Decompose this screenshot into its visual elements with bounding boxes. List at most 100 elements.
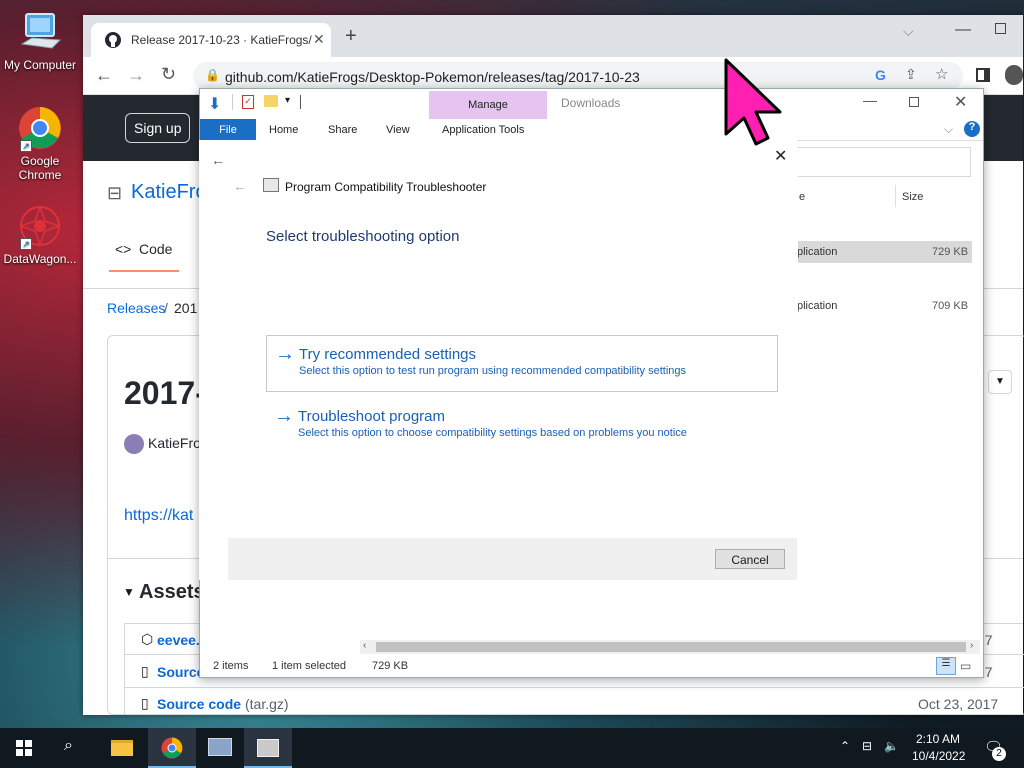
search-box[interactable] bbox=[797, 147, 971, 177]
address-bar[interactable]: 🔒 github.com/KatieFrogs/Desktop-Pokemon/… bbox=[193, 62, 963, 90]
tab-view[interactable]: View bbox=[386, 124, 410, 136]
tab-share[interactable]: Share bbox=[328, 124, 357, 136]
url-text: github.com/KatieFrogs/Desktop-Pokemon/re… bbox=[225, 69, 640, 85]
ribbon-expand-icon[interactable]: ⌵ bbox=[944, 122, 953, 137]
option-try-recommended-settings[interactable]: → Try recommended settings Select this o… bbox=[266, 335, 778, 392]
profile-icon[interactable] bbox=[1005, 65, 1023, 85]
manage-tab-header[interactable]: Manage bbox=[429, 91, 547, 119]
google-icon[interactable]: G bbox=[875, 67, 886, 83]
window-title: Downloads bbox=[561, 96, 621, 110]
triangle-down-icon[interactable]: ▼ bbox=[123, 585, 135, 599]
tab-application-tools[interactable]: Application Tools bbox=[442, 124, 524, 136]
volume-icon[interactable]: 🔈 bbox=[884, 739, 899, 753]
taskbar-troubleshooter[interactable] bbox=[244, 728, 292, 768]
horizontal-scrollbar[interactable]: ‹ › bbox=[360, 640, 980, 654]
scroll-right-icon[interactable]: › bbox=[970, 640, 973, 651]
asset-date: Oct 23, 2017 bbox=[918, 696, 999, 712]
close-button[interactable]: ✕ bbox=[954, 92, 967, 112]
release-link[interactable]: https://kat bbox=[124, 507, 193, 525]
new-tab-button[interactable]: + bbox=[345, 25, 357, 48]
folder-icon[interactable] bbox=[264, 95, 278, 107]
zip-icon: ▯ bbox=[141, 663, 149, 679]
mouse-cursor-icon bbox=[722, 56, 788, 151]
file-row[interactable]: plication 709 KB bbox=[797, 295, 972, 317]
datawagon-icon: ↗ bbox=[18, 204, 62, 250]
reload-icon[interactable]: ↻ bbox=[161, 64, 176, 85]
code-icon: <> bbox=[115, 241, 132, 257]
repo-icon: ⊟ bbox=[107, 183, 123, 203]
github-icon bbox=[105, 32, 121, 51]
taskbar-chrome[interactable] bbox=[148, 728, 196, 768]
status-item-count: 2 items bbox=[213, 660, 249, 672]
taskbar-file-explorer[interactable] bbox=[98, 728, 146, 768]
repo-owner-link[interactable]: KatieFro bbox=[131, 181, 207, 204]
taskbar: ⌕ ⌃ ⊟ 🔈 2:10 AM 10/4/2022 🗨 2 bbox=[0, 728, 1024, 768]
folder-icon bbox=[111, 740, 133, 756]
details-view-icon[interactable]: ☰ bbox=[936, 657, 956, 675]
asset-name[interactable]: Source code bbox=[157, 696, 241, 712]
maximize-button[interactable] bbox=[995, 23, 1006, 34]
side-panel-icon[interactable] bbox=[976, 68, 990, 82]
network-icon[interactable]: ⊟ bbox=[862, 739, 872, 753]
tab-title: Release 2017-10-23 · KatieFrogs/ bbox=[131, 33, 312, 47]
release-author[interactable]: KatieFro bbox=[148, 435, 201, 451]
cancel-button[interactable]: Cancel bbox=[715, 549, 785, 569]
column-divider bbox=[895, 185, 896, 207]
asset-name[interactable]: eevee. bbox=[157, 632, 200, 648]
divider bbox=[232, 94, 233, 110]
tab-strip: Release 2017-10-23 · KatieFrogs/ ✕ + ⌵ — bbox=[83, 15, 1023, 57]
clock-date[interactable]: 10/4/2022 bbox=[912, 749, 965, 763]
minimize-button[interactable]: — bbox=[863, 92, 877, 108]
divider bbox=[300, 95, 301, 109]
asset-name[interactable]: Source bbox=[157, 664, 204, 680]
desktop-icon-label: DataWagon... bbox=[3, 252, 77, 266]
desktop-icon-my-computer[interactable]: My Computer bbox=[0, 10, 80, 72]
sign-up-button[interactable]: Sign up bbox=[125, 113, 191, 143]
zip-icon: ▯ bbox=[141, 695, 149, 711]
desktop-icon-label: My Computer bbox=[3, 58, 77, 72]
large-icons-view-icon[interactable]: ▭ bbox=[960, 659, 971, 673]
option-description: Select this option to choose compatibili… bbox=[298, 427, 687, 439]
column-header-type[interactable]: e bbox=[799, 191, 805, 203]
assets-heading: Assets bbox=[139, 581, 205, 603]
tab-file[interactable]: File bbox=[200, 119, 256, 141]
maximize-button[interactable] bbox=[909, 97, 919, 107]
tab-home[interactable]: Home bbox=[269, 124, 298, 136]
dropdown-button[interactable]: ▼ bbox=[988, 370, 1012, 394]
help-icon[interactable]: ? bbox=[964, 121, 980, 137]
scrollbar-thumb[interactable] bbox=[376, 642, 966, 652]
wizard-back-icon[interactable]: ← bbox=[233, 178, 247, 194]
chevron-up-icon[interactable]: ⌃ bbox=[840, 739, 850, 753]
column-header-size[interactable]: Size bbox=[902, 191, 923, 203]
tab-code[interactable]: Code bbox=[139, 241, 172, 257]
desktop-icon-google-chrome[interactable]: ↗ Google Chrome bbox=[0, 106, 80, 182]
back-arrow-icon[interactable]: ← bbox=[95, 65, 113, 86]
file-type: plication bbox=[797, 300, 838, 312]
clock-time[interactable]: 2:10 AM bbox=[916, 732, 960, 746]
windows-logo-icon bbox=[16, 740, 32, 756]
chevron-down-icon[interactable]: ⌵ bbox=[903, 23, 914, 40]
browser-tab[interactable]: Release 2017-10-23 · KatieFrogs/ ✕ bbox=[91, 23, 331, 57]
bookmark-star-icon[interactable]: ☆ bbox=[935, 65, 948, 83]
start-button[interactable] bbox=[0, 728, 48, 768]
status-selected: 1 item selected bbox=[272, 660, 346, 672]
back-arrow-icon[interactable]: ← bbox=[211, 152, 225, 168]
forward-arrow-icon[interactable]: → bbox=[127, 65, 145, 86]
file-row-selected[interactable]: plication 729 KB bbox=[797, 241, 972, 263]
download-arrow-icon[interactable]: ⬇ bbox=[208, 94, 221, 114]
asset-row[interactable]: ▯ Source code (tar.gz) Oct 23, 2017 bbox=[125, 688, 1024, 716]
search-button[interactable]: ⌕ bbox=[48, 728, 96, 768]
breadcrumb-releases[interactable]: Releases bbox=[107, 300, 165, 316]
minimize-button[interactable]: — bbox=[955, 21, 971, 39]
lock-icon: 🔒 bbox=[205, 68, 220, 82]
desktop-icon-datawagon[interactable]: ↗ DataWagon... bbox=[0, 204, 80, 266]
share-icon[interactable]: ⇪ bbox=[905, 66, 917, 83]
quick-access-dropdown-icon[interactable]: ▾ bbox=[285, 95, 290, 106]
close-icon[interactable]: ✕ bbox=[313, 31, 325, 48]
properties-icon[interactable]: ✓ bbox=[242, 95, 254, 109]
scroll-left-icon[interactable]: ‹ bbox=[363, 640, 366, 651]
troubleshooter-app-icon bbox=[263, 178, 279, 192]
avatar[interactable] bbox=[124, 434, 144, 454]
taskbar-app[interactable] bbox=[196, 728, 244, 768]
option-troubleshoot-program[interactable]: → Troubleshoot program Select this optio… bbox=[266, 398, 778, 448]
